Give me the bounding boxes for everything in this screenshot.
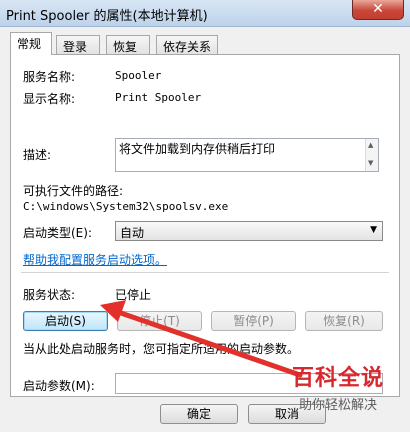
tab-recovery[interactable]: 恢复 [106,35,150,54]
pause-button[interactable]: 暂停(P) [211,311,296,331]
chevron-down-icon: ▼ [370,225,377,235]
service-status-value: 已停止 [115,288,152,302]
watermark-subtitle: 助你轻松解决 [298,398,377,413]
tab-general[interactable]: 常规 [10,32,52,55]
description-label: 描述: [23,148,52,162]
start-button[interactable]: 启动(S) [23,311,108,331]
title-bar: Print Spooler 的属性(本地计算机) ✕ [0,0,410,27]
description-text: 将文件加载到内存供稍后打印 [119,142,276,156]
service-status-label: 服务状态: [23,288,76,302]
general-panel: 服务名称: Spooler 显示名称: Print Spooler 描述: 将文… [10,54,400,397]
service-name-value: Spooler [115,69,162,82]
watermark-title: 百科全说 [291,366,384,391]
close-button[interactable]: ✕ [352,0,404,20]
start-params-label: 启动参数(M): [23,379,95,393]
window-title: Print Spooler 的属性(本地计算机) [6,9,208,24]
description-scrollbar[interactable]: ▲ ▼ [365,139,378,171]
display-name-label: 显示名称: [23,92,76,106]
startup-type-select[interactable]: 自动 ▼ [115,221,383,241]
tab-logon[interactable]: 登录 [56,35,100,54]
resume-button[interactable]: 恢复(R) [305,311,383,331]
scroll-up-icon[interactable]: ▲ [368,141,373,149]
startup-type-label: 启动类型(E): [23,226,92,240]
watermark-logo: 百科全说 助你轻松解决 [278,360,398,424]
description-box[interactable]: 将文件加载到内存供稍后打印 ▲ ▼ [115,138,379,172]
ok-button[interactable]: 确定 [160,404,238,424]
exe-path-value: C:\windows\System32\spoolsv.exe [23,200,229,213]
divider [21,272,389,273]
tab-dependencies[interactable]: 依存关系 [156,35,218,54]
close-icon: ✕ [372,1,384,17]
startup-type-value: 自动 [120,226,145,240]
exe-path-label: 可执行文件的路径: [23,184,124,198]
help-configure-link[interactable]: 帮助我配置服务启动选项。 [23,251,167,268]
display-name-value: Print Spooler [115,91,202,104]
service-name-label: 服务名称: [23,70,76,84]
scroll-down-icon[interactable]: ▼ [368,159,373,167]
start-params-hint: 当从此处启动服务时，您可指定所适用的启动参数。 [23,342,300,356]
stop-button[interactable]: 停止(T) [117,311,202,331]
